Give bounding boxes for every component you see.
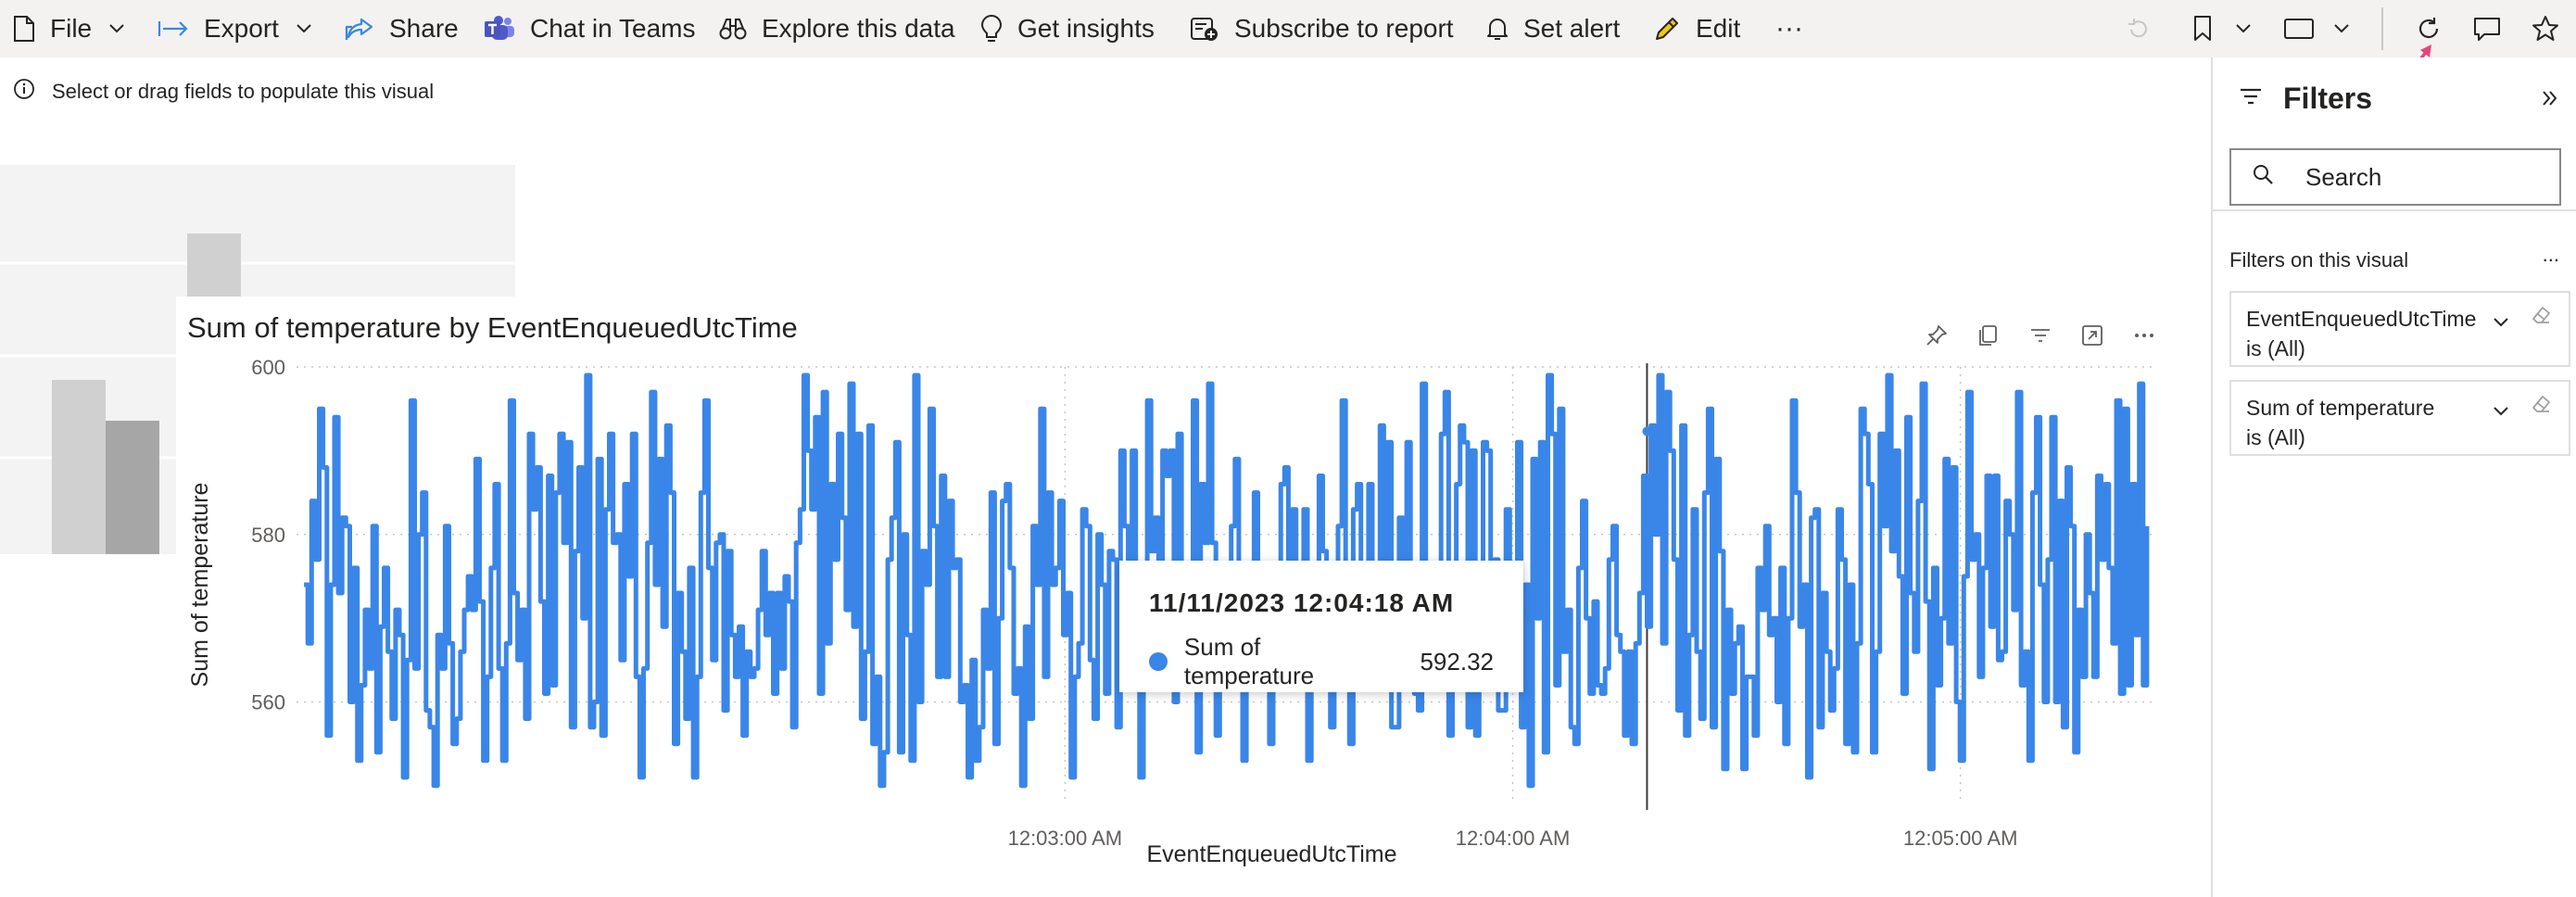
set-alert-button[interactable]: Set alert [1486,0,1620,57]
bookmark-icon[interactable] [2187,0,2218,57]
export-label: Export [204,14,279,43]
x-tick-label: 12:04:00 AM [1456,827,1571,850]
view-icon[interactable] [2281,0,2317,57]
x-tick-label: 12:05:00 AM [1903,827,2018,850]
filter-card-event-time[interactable]: EventEnqueuedUtcTime is (All) [2229,291,2570,367]
filter-card-sum-temperature[interactable]: Sum of temperature is (All) [2229,380,2570,456]
file-label: File [50,14,93,43]
toolbar-divider [2381,7,2383,50]
share-button[interactable]: Share [345,0,459,57]
filters-header: Filters [2239,82,2372,116]
comment-icon[interactable] [2470,0,2504,57]
tooltip-row: Sum of temperature 592.32 [1149,633,1494,690]
tooltip-series-name: Sum of temperature [1183,633,1315,689]
filters-section-title: Filters on this visual [2229,248,2409,272]
bell-icon [1486,16,1509,42]
chevron-down-icon [296,23,312,34]
filters-search-input[interactable]: Search [2229,148,2561,206]
focus-mode-icon[interactable] [2077,321,2107,350]
export-menu[interactable]: Export [158,0,312,57]
binoculars-icon [719,17,747,41]
chart-title: Sum of temperature by EventEnqueuedUtcTi… [187,311,798,344]
export-icon [158,18,189,40]
info-text: Select or drag fields to populate this v… [52,80,435,103]
info-message: Select or drag fields to populate this v… [13,78,434,106]
filter-state: is (All) [2246,336,2305,360]
eraser-icon[interactable] [2530,304,2552,334]
subscribe-button[interactable]: Subscribe to report [1190,0,1454,57]
x-axis-title: EventEnqueuedUtcTime [1146,841,1396,867]
file-menu[interactable]: File [13,0,125,57]
chevron-down-icon[interactable] [2328,0,2355,57]
file-icon [13,15,35,43]
chart-tooltip: 11/11/2023 12:04:18 AM Sum of temperatur… [1119,561,1523,692]
search-icon [2252,163,2274,192]
pin-icon[interactable] [1922,321,1951,350]
tooltip-value: 592.32 [1420,647,1494,676]
share-label: Share [389,14,459,43]
get-insights-button[interactable]: Get insights [980,0,1155,57]
chevron-down-icon[interactable] [2493,395,2509,424]
x-tick-label: 12:03:00 AM [1008,827,1123,850]
subscribe-label: Subscribe to report [1234,14,1454,43]
filters-title: Filters [2283,82,2373,115]
chat-in-teams-label: Chat in Teams [530,14,696,43]
y-tick-label: 580 [251,524,285,547]
filters-pane: Filters Search Filters on this visual ..… [2211,57,2576,897]
lightbulb-icon [980,15,1003,43]
teams-icon [484,15,515,43]
filters-section-more[interactable]: ... [2543,243,2559,267]
subscribe-icon [1190,15,1219,43]
set-alert-label: Set alert [1523,14,1621,43]
copy-visual-icon[interactable] [1974,321,2003,350]
search-placeholder: Search [2305,162,2382,191]
chat-in-teams-button[interactable]: Chat in Teams [484,0,695,57]
explore-data-label: Explore this data [762,14,955,43]
filter-lines-icon [2239,86,2263,111]
chevron-down-icon [108,23,125,34]
more-options-label: ··· [1775,13,1803,44]
filter-icon[interactable] [2026,321,2055,350]
undo-icon[interactable] [2122,0,2153,57]
chevron-down-icon[interactable] [2229,0,2257,57]
y-tick-label: 600 [251,356,285,379]
hovered-data-point [1642,426,1652,436]
favorite-star-icon[interactable] [2530,0,2561,57]
share-icon [345,16,374,42]
eraser-icon[interactable] [2530,393,2552,423]
filter-state: is (All) [2246,425,2305,449]
get-insights-label: Get insights [1017,14,1155,43]
explore-data-button[interactable]: Explore this data [719,0,955,57]
tooltip-title: 11/11/2023 12:04:18 AM [1149,588,1455,617]
visual-header-tools [1922,321,2159,350]
action-bar: File Export Share Chat in Teams Explore … [0,0,2576,57]
y-axis-title: Sum of temperature [187,483,213,688]
more-options-icon[interactable] [2129,321,2159,350]
filters-divider [2213,209,2576,211]
series-color-dot [1149,652,1168,671]
pencil-icon [1653,15,1681,43]
edit-label: Edit [1696,14,1741,43]
edit-button[interactable]: Edit [1653,0,1740,57]
more-options-button[interactable]: ··· [1775,0,1803,57]
y-tick-label: 560 [251,691,285,714]
chevron-down-icon[interactable] [2493,306,2509,335]
info-icon [13,78,35,106]
collapse-pane-icon[interactable] [2541,89,2559,112]
